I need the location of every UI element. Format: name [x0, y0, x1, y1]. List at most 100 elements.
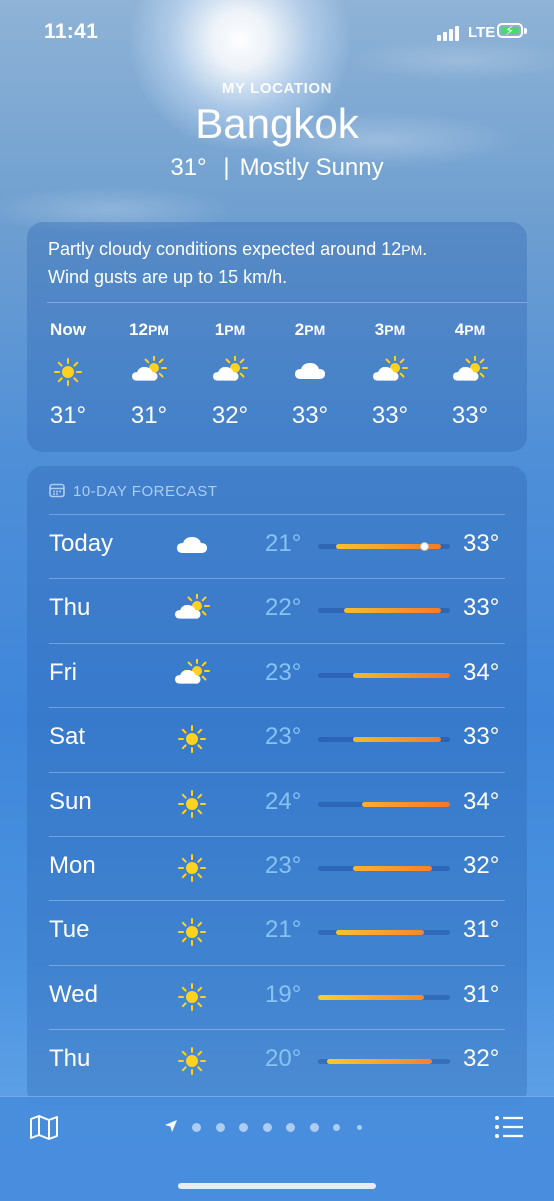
- forecast-summary: Partly cloudy conditions expected around…: [48, 236, 508, 291]
- forecast-row[interactable]: Sun 24° 34°: [27, 772, 527, 836]
- partly-cloudy-icon: [172, 657, 212, 691]
- calendar-icon: [49, 482, 65, 502]
- day-label: Thu: [49, 594, 91, 622]
- temp-range-track: [318, 994, 450, 1000]
- hour-temp: 31°: [49, 402, 87, 429]
- forecast-row[interactable]: Tue 21° 31°: [27, 900, 527, 964]
- hour-item: 1PM 32°: [190, 320, 270, 430]
- page-dot[interactable]: [239, 1122, 248, 1132]
- sun-icon: [172, 916, 212, 948]
- page-dot[interactable]: [286, 1122, 295, 1132]
- page-dot[interactable]: [356, 1124, 362, 1130]
- day-label: Sat: [49, 723, 86, 751]
- high-temp: 32°: [463, 1045, 500, 1073]
- page-dot[interactable]: [333, 1123, 340, 1131]
- day-label: Wed: [49, 980, 98, 1008]
- hour-item: 4PM 33°: [430, 320, 510, 430]
- low-temp: 21°: [265, 916, 302, 944]
- partly-cloudy-icon: [350, 355, 430, 388]
- network-type: LTE: [468, 24, 496, 41]
- forecast-row[interactable]: Today 21° 33°: [27, 514, 527, 578]
- page-dot[interactable]: [262, 1122, 272, 1132]
- sun-icon: [172, 788, 212, 820]
- temp-range-bar: [335, 930, 424, 936]
- partly-cloudy-icon: [430, 355, 510, 388]
- low-temp: 19°: [265, 980, 302, 1008]
- page-dot[interactable]: [309, 1122, 319, 1132]
- separator: |: [223, 154, 230, 181]
- cellular-signal-icon: [437, 25, 463, 41]
- temp-range-track: [318, 672, 450, 678]
- page-dot[interactable]: [215, 1122, 225, 1132]
- forecast-row[interactable]: Thu 20° 32°: [27, 1029, 527, 1093]
- forecast-row[interactable]: Thu 22° 33°: [27, 578, 527, 642]
- high-temp: 32°: [463, 852, 500, 879]
- forecast-row[interactable]: Sat 23° 33°: [27, 707, 527, 771]
- current-temp: 31°: [170, 154, 207, 181]
- temp-range-bar: [353, 737, 442, 743]
- ten-day-forecast-card[interactable]: 10-DAY FORECAST Today 21° 33° Thu 22° 33°…: [27, 466, 527, 1106]
- partly-cloudy-icon: [172, 593, 212, 626]
- low-temp: 24°: [265, 787, 302, 815]
- battery-tip: [524, 28, 527, 34]
- hour-label: 2PM: [294, 320, 326, 339]
- temp-range-track: [318, 866, 450, 871]
- high-temp: 33°: [463, 723, 500, 751]
- summary-text: Partly cloudy conditions expected around…: [48, 239, 402, 259]
- location-arrow-icon[interactable]: [164, 1119, 178, 1133]
- temp-range-track: [318, 930, 450, 936]
- forecast-row[interactable]: Fri 23° 34°: [27, 643, 527, 707]
- city-name: Bangkok: [195, 100, 359, 147]
- low-temp: 23°: [265, 852, 302, 879]
- list-icon[interactable]: [494, 1115, 524, 1139]
- map-icon[interactable]: [28, 1113, 60, 1141]
- hour-label: Now: [50, 320, 86, 339]
- status-time: 11:41: [44, 20, 99, 43]
- high-temp: 34°: [463, 658, 500, 686]
- location-label: MY LOCATION: [221, 80, 333, 97]
- temp-range-bar: [353, 672, 450, 678]
- temp-range-track: [318, 801, 450, 807]
- hour-item: Now 31°: [28, 320, 108, 430]
- sun-icon: [172, 1045, 212, 1077]
- cloud-icon: [270, 356, 350, 388]
- forecast-row[interactable]: Mon 23° 32°: [27, 836, 527, 900]
- day-label: Mon: [49, 852, 96, 879]
- hourly-forecast-card[interactable]: Partly cloudy conditions expected around…: [27, 222, 527, 452]
- forecast-title: 10-DAY FORECAST: [73, 483, 218, 500]
- temp-range-bar: [318, 994, 424, 1000]
- hour-label: 12PM: [129, 320, 169, 339]
- day-label: Thu: [49, 1045, 91, 1073]
- forecast-row[interactable]: Wed 19° 31°: [27, 965, 527, 1029]
- high-temp: 31°: [463, 980, 500, 1008]
- page-dot[interactable]: [192, 1122, 201, 1132]
- high-temp: 33°: [463, 594, 500, 622]
- low-temp: 23°: [265, 658, 302, 686]
- low-temp: 23°: [265, 723, 302, 751]
- hour-label: 1PM: [214, 320, 246, 339]
- current-condition-text: Mostly Sunny: [239, 154, 384, 181]
- bottom-toolbar: [0, 1096, 554, 1201]
- high-temp: 33°: [463, 530, 500, 557]
- day-label: Today: [49, 530, 114, 557]
- temp-range-bar: [344, 608, 442, 614]
- low-temp: 21°: [265, 530, 302, 557]
- cloud-icon: [172, 530, 212, 562]
- low-temp: 20°: [265, 1045, 302, 1073]
- day-label: Fri: [49, 658, 77, 686]
- sun-icon: [172, 852, 212, 884]
- temp-range-bar: [362, 801, 450, 807]
- high-temp: 31°: [463, 916, 500, 944]
- current-conditions: 31° | Mostly Sunny: [0, 154, 554, 182]
- sun-icon: [172, 981, 212, 1013]
- hour-temp: 31°: [130, 402, 168, 429]
- hour-temp: 33°: [371, 402, 409, 429]
- hour-temp: 33°: [451, 402, 489, 429]
- hour-temp: 32°: [211, 402, 249, 429]
- temp-range-track: [318, 542, 450, 551]
- hour-label: 4PM: [454, 320, 486, 339]
- home-indicator[interactable]: [178, 1183, 376, 1189]
- temp-range-track: [318, 608, 450, 614]
- card-divider: [47, 302, 527, 303]
- partly-cloudy-icon: [109, 355, 189, 388]
